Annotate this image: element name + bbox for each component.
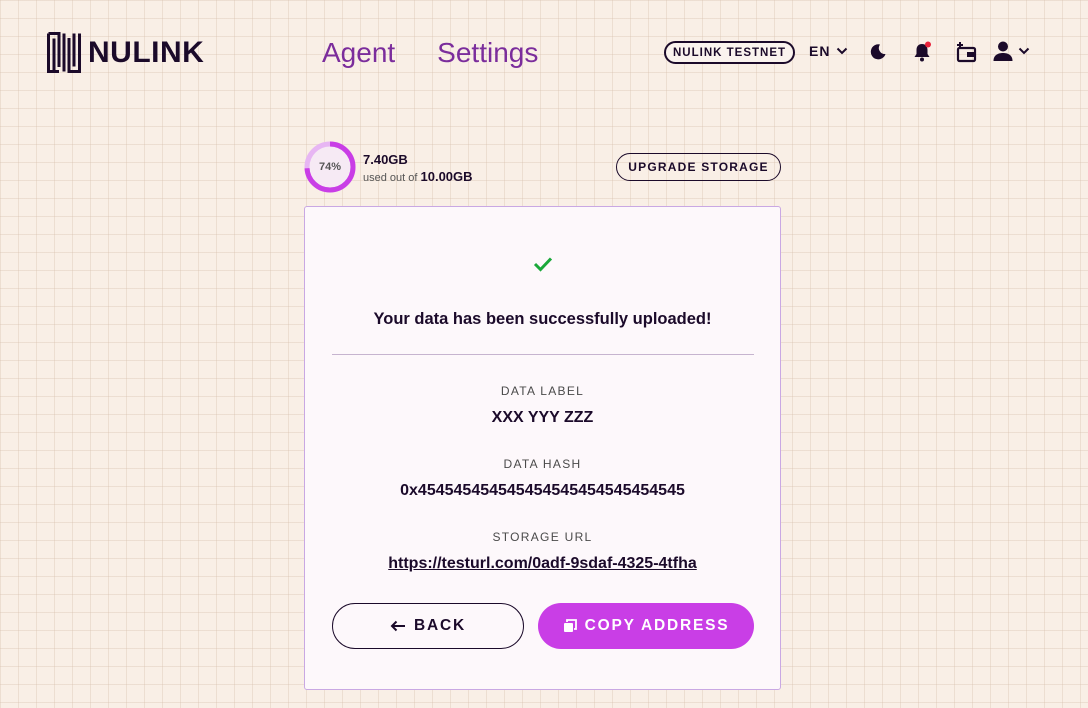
upload-success-card: Your data has been successfully uploaded…	[304, 206, 781, 690]
nulink-logo-mark-icon	[47, 32, 81, 73]
chevron-down-icon	[837, 47, 848, 55]
chevron-down-icon	[1018, 47, 1030, 55]
theme-toggle[interactable]	[866, 40, 890, 64]
nav-agent[interactable]: Agent	[322, 34, 395, 72]
storage-total-line: used out of 10.00GB	[363, 169, 473, 184]
copy-address-button[interactable]: COPY ADDRESS	[538, 603, 754, 649]
storage-url-link[interactable]: https://testurl.com/0adf-9sdaf-4325-4tfh…	[388, 555, 697, 572]
moon-icon	[870, 44, 886, 60]
storage-used-out-of: used out of	[363, 172, 418, 184]
back-label: BACK	[414, 617, 466, 634]
storage-percent: 74%	[318, 161, 342, 173]
data-hash-heading: DATA HASH	[503, 457, 582, 471]
user-icon	[993, 41, 1013, 61]
upgrade-storage-button[interactable]: UPGRADE STORAGE	[616, 153, 781, 181]
user-menu[interactable]	[992, 40, 1030, 62]
network-badge[interactable]: NULINK TESTNET	[664, 41, 795, 64]
wallet-add-icon	[956, 42, 977, 63]
arrow-left-icon	[390, 620, 405, 632]
bell-icon	[914, 41, 931, 62]
main-nav: Agent Settings	[322, 34, 538, 72]
storage-used: 7.40GB	[363, 152, 408, 167]
data-label-value: XXX YYY ZZZ	[491, 409, 594, 426]
divider	[332, 354, 754, 355]
storage-usage: 74% 7.40GB used out of 10.00GB UPGRADE S…	[304, 141, 781, 193]
language-label: EN	[809, 43, 831, 59]
storage-url-heading: STORAGE URL	[492, 530, 593, 544]
data-label-heading: DATA LABEL	[500, 384, 585, 398]
language-selector[interactable]: EN	[809, 43, 848, 59]
checkmark-icon	[533, 257, 553, 272]
data-hash-value: 0x454545454545454545454545454545	[400, 482, 685, 499]
success-title: Your data has been successfully uploaded…	[373, 310, 712, 328]
top-header: NULINK Agent Settings NULINK TESTNET EN	[0, 0, 1088, 106]
notifications-button[interactable]	[910, 40, 934, 64]
nav-settings[interactable]: Settings	[437, 34, 538, 72]
brand-name: NULINK	[88, 36, 205, 69]
copy-address-label: COPY ADDRESS	[584, 617, 730, 634]
copy-icon	[563, 619, 577, 632]
back-button[interactable]: BACK	[332, 603, 524, 649]
wallet-button[interactable]	[954, 40, 978, 64]
nulink-logo[interactable]: NULINK	[47, 32, 204, 73]
storage-total: 10.00GB	[420, 169, 473, 184]
